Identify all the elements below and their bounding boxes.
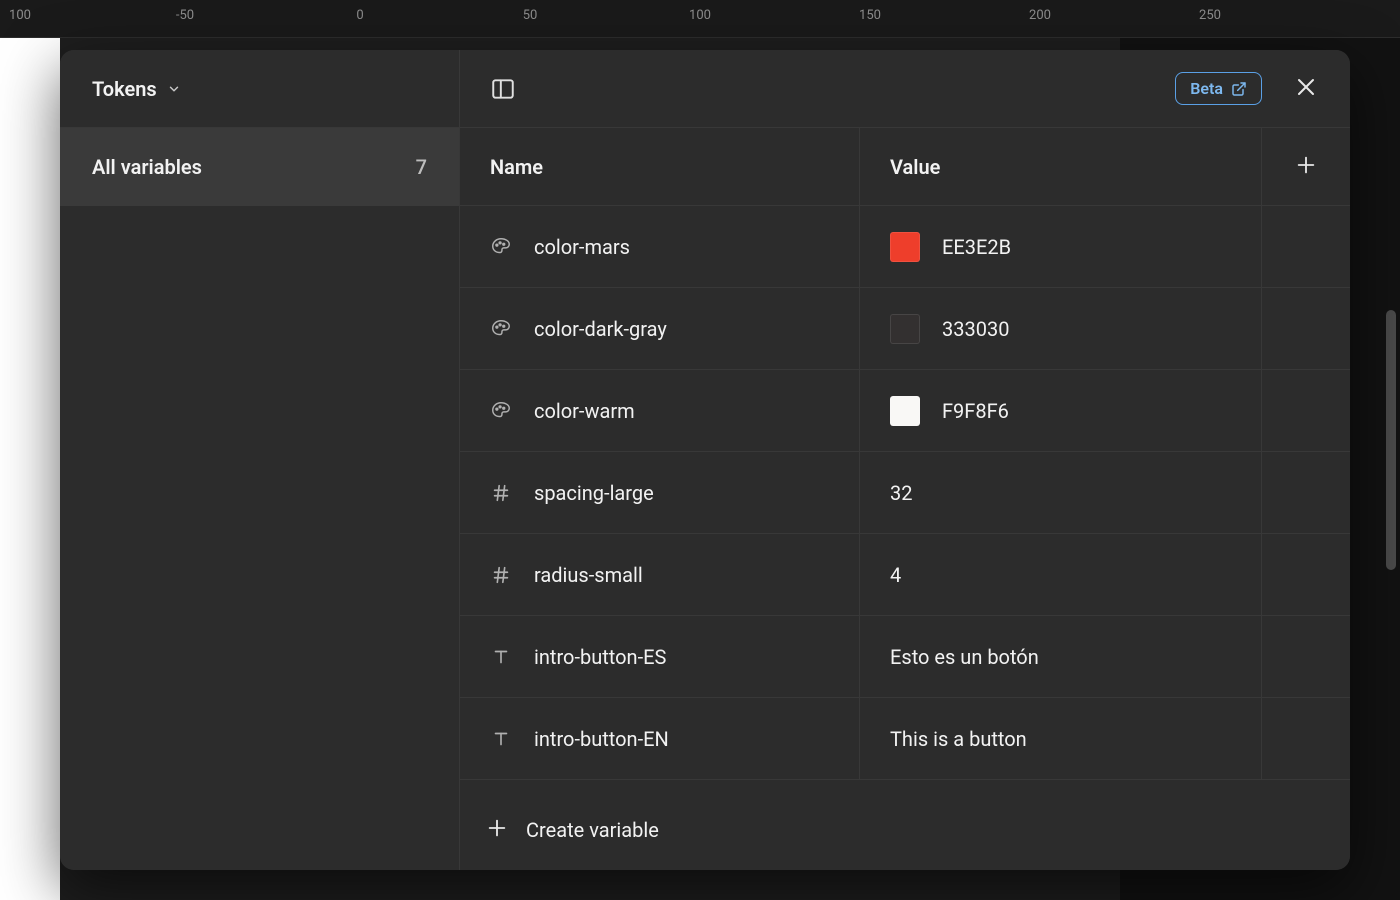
create-variable-label: Create variable — [526, 818, 659, 842]
variable-value: 4 — [890, 563, 901, 587]
create-variable-button[interactable]: Create variable — [460, 790, 1350, 870]
ruler-tick: 100 — [689, 8, 711, 23]
variable-name-cell[interactable]: color-mars — [460, 206, 860, 287]
palette-icon — [490, 236, 512, 258]
variable-name: color-mars — [534, 235, 630, 259]
close-button[interactable] — [1286, 69, 1326, 109]
variable-name: color-warm — [534, 399, 635, 423]
close-icon — [1294, 75, 1318, 103]
variable-row[interactable]: radius-small 4 — [460, 534, 1350, 616]
variable-row[interactable]: spacing-large 32 — [460, 452, 1350, 534]
sidebar-item-all-variables[interactable]: All variables 7 — [60, 128, 459, 206]
variable-name: radius-small — [534, 563, 643, 587]
canvas-page — [0, 38, 60, 900]
ruler-tick: -50 — [176, 8, 194, 23]
ruler-tick: 200 — [1029, 8, 1051, 23]
beta-label: Beta — [1190, 79, 1223, 98]
variable-value-cell[interactable]: 333030 — [860, 288, 1262, 369]
variable-value-cell[interactable]: F9F8F6 — [860, 370, 1262, 451]
panel-sidebar: Tokens All variables 7 — [60, 50, 460, 870]
external-link-icon — [1231, 81, 1247, 97]
chevron-down-icon — [167, 82, 181, 96]
row-trailing-cell — [1262, 206, 1350, 287]
variable-value: Esto es un botón — [890, 645, 1039, 669]
beta-badge[interactable]: Beta — [1175, 72, 1262, 105]
row-trailing-cell — [1262, 616, 1350, 697]
add-mode-button[interactable] — [1287, 148, 1325, 186]
column-header-value: Value — [890, 155, 940, 179]
sidebar-item-label: All variables — [92, 155, 202, 179]
toggle-sidebar-button[interactable] — [484, 70, 522, 108]
column-header-name: Name — [490, 155, 543, 179]
sidebar-item-count: 7 — [416, 155, 427, 179]
panel-toolbar: Beta — [460, 50, 1350, 128]
variable-name-cell[interactable]: intro-button-ES — [460, 616, 860, 697]
variable-name: color-dark-gray — [534, 317, 667, 341]
variable-name-cell[interactable]: color-warm — [460, 370, 860, 451]
row-trailing-cell — [1262, 288, 1350, 369]
ruler-tick: 0 — [356, 8, 363, 23]
variable-value: F9F8F6 — [942, 399, 1009, 423]
scrollbar[interactable] — [1386, 310, 1396, 570]
ruler-tick: 100 — [9, 8, 31, 23]
variable-row[interactable]: color-mars EE3E2B — [460, 206, 1350, 288]
color-swatch — [890, 396, 920, 426]
variable-name-cell[interactable]: intro-button-EN — [460, 698, 860, 779]
row-trailing-cell — [1262, 534, 1350, 615]
ruler: 100 -50 0 50 100 150 200 250 — [0, 0, 1400, 38]
collection-dropdown[interactable]: Tokens — [60, 50, 459, 128]
panel-main: Beta Name Value — [460, 50, 1350, 870]
variable-rows: color-marsEE3E2Bcolor-dark-gray333030col… — [460, 206, 1350, 790]
text-icon — [490, 646, 512, 668]
variable-row[interactable]: color-warm F9F8F6 — [460, 370, 1350, 452]
variable-name-cell[interactable]: radius-small — [460, 534, 860, 615]
ruler-tick: 50 — [523, 8, 538, 23]
hash-icon — [490, 482, 512, 504]
variable-value: 32 — [890, 481, 912, 505]
variable-row[interactable]: intro-button-EN This is a button — [460, 698, 1350, 780]
row-trailing-cell — [1262, 370, 1350, 451]
variable-name-cell[interactable]: color-dark-gray — [460, 288, 860, 369]
collection-title: Tokens — [92, 77, 157, 101]
variable-value: This is a button — [890, 727, 1027, 751]
plus-icon — [1295, 154, 1317, 180]
variable-name-cell[interactable]: spacing-large — [460, 452, 860, 533]
variable-row[interactable]: color-dark-gray 333030 — [460, 288, 1350, 370]
color-swatch — [890, 232, 920, 262]
ruler-tick: 150 — [859, 8, 881, 23]
variables-panel: Tokens All variables 7 Beta — [60, 50, 1350, 870]
hash-icon — [490, 564, 512, 586]
row-trailing-cell — [1262, 452, 1350, 533]
palette-icon — [490, 318, 512, 340]
variable-value-cell[interactable]: EE3E2B — [860, 206, 1262, 287]
variable-value: 333030 — [942, 317, 1009, 341]
color-swatch — [890, 314, 920, 344]
variable-value-cell[interactable]: Esto es un botón — [860, 616, 1262, 697]
text-icon — [490, 728, 512, 750]
variable-value-cell[interactable]: 32 — [860, 452, 1262, 533]
variable-value-cell[interactable]: This is a button — [860, 698, 1262, 779]
palette-icon — [490, 400, 512, 422]
ruler-tick: 250 — [1199, 8, 1221, 23]
variable-value: EE3E2B — [942, 235, 1011, 259]
row-trailing-cell — [1262, 698, 1350, 779]
table-header: Name Value — [460, 128, 1350, 206]
variable-row[interactable]: intro-button-ES Esto es un botón — [460, 616, 1350, 698]
plus-icon — [486, 817, 508, 843]
variable-value-cell[interactable]: 4 — [860, 534, 1262, 615]
variable-name: intro-button-EN — [534, 727, 669, 751]
variable-name: spacing-large — [534, 481, 654, 505]
variable-name: intro-button-ES — [534, 645, 666, 669]
